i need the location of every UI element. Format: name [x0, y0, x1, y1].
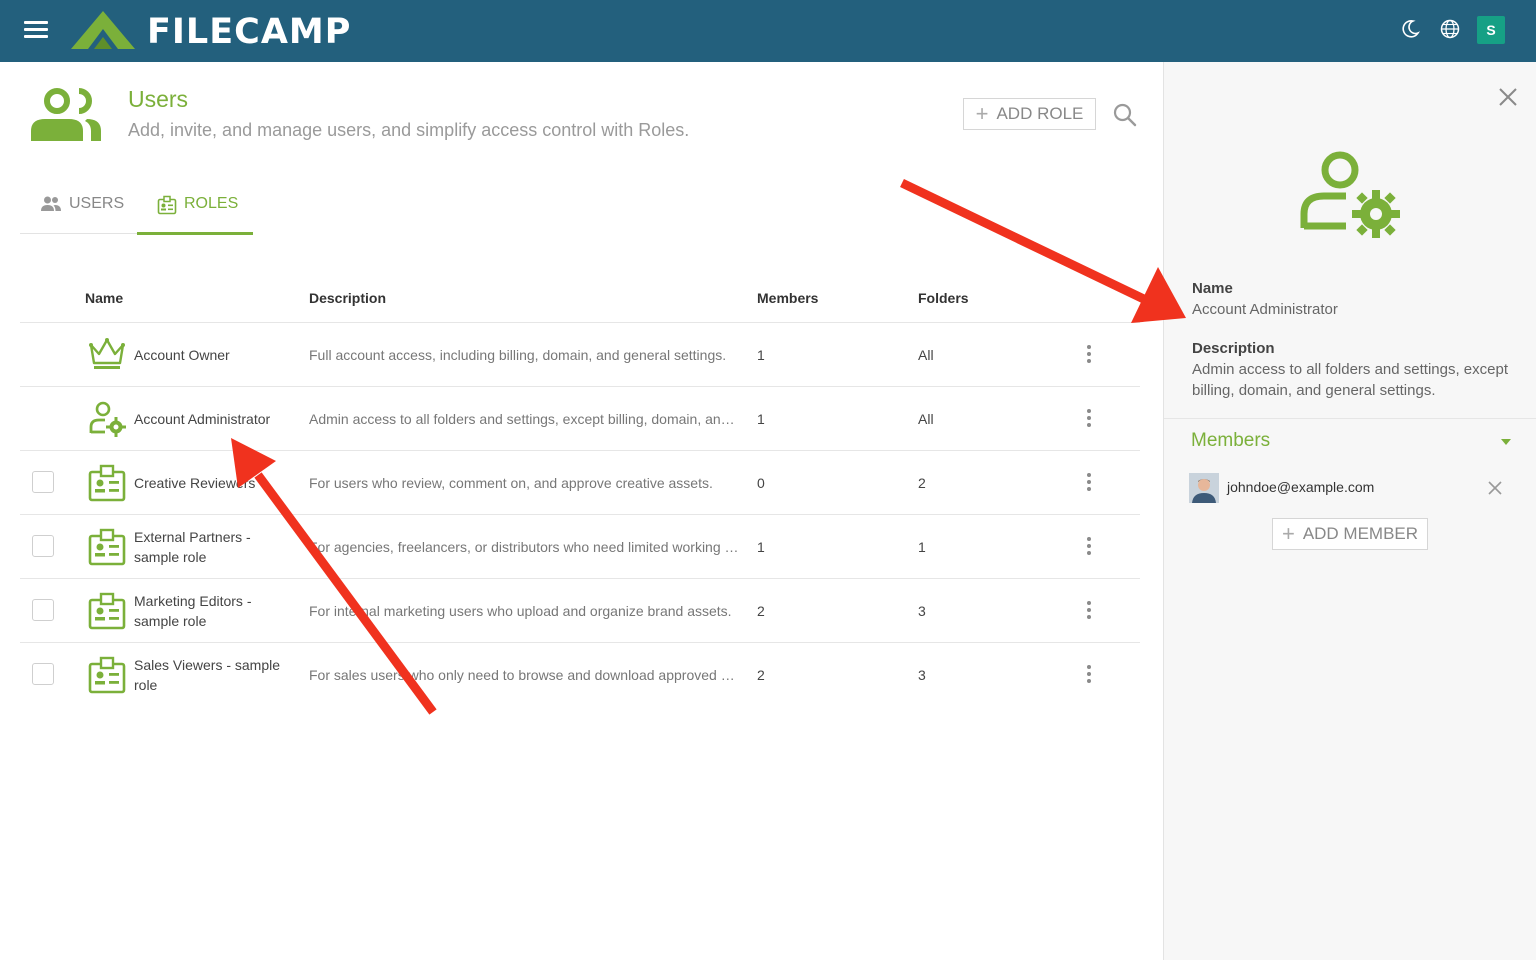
detail-name-value: Account Administrator [1192, 301, 1338, 318]
plus-icon: + [975, 101, 989, 126]
role-members-count: 2 [757, 667, 765, 683]
role-name[interactable]: Creative Reviewers [134, 475, 255, 491]
role-name[interactable]: Account Owner [134, 347, 230, 363]
column-header-folders[interactable]: Folders [918, 290, 969, 306]
role-folders-count: 3 [918, 603, 926, 619]
detail-name-label: Name [1192, 280, 1233, 297]
add-role-label: ADD ROLE [996, 104, 1084, 123]
top-bar: FILECAMP S [0, 0, 1536, 62]
role-description: For internal marketing users who upload … [309, 603, 732, 619]
role-folders-count: 1 [918, 539, 926, 555]
more-options-icon[interactable] [1082, 473, 1096, 493]
role-name-line2[interactable]: sample role [134, 549, 206, 565]
badge-icon [88, 656, 126, 694]
search-icon[interactable] [1112, 102, 1138, 128]
divider [1164, 418, 1536, 419]
column-header-members[interactable]: Members [757, 290, 818, 306]
row-checkbox[interactable] [32, 471, 54, 493]
role-folders-count: All [918, 411, 934, 427]
dark-mode-moon-icon[interactable] [1399, 18, 1421, 40]
more-options-icon[interactable] [1082, 665, 1096, 685]
role-name[interactable]: Account Administrator [134, 411, 270, 427]
detail-description-line2: billing, domain, and general settings. [1192, 382, 1436, 399]
detail-description-line1: Admin access to all folders and settings… [1192, 361, 1508, 378]
role-members-count: 1 [757, 539, 765, 555]
badge-icon [88, 464, 126, 502]
table-row[interactable]: Creative Reviewers For users who review,… [20, 450, 1140, 514]
page-title: Users [128, 86, 189, 112]
role-name-line1[interactable]: External Partners - [134, 529, 251, 545]
add-member-button[interactable]: + ADD MEMBER [1272, 518, 1428, 550]
role-description: Full account access, including billing, … [309, 347, 727, 363]
badge-icon [88, 592, 126, 630]
brand-name[interactable]: FILECAMP [147, 12, 351, 52]
row-checkbox[interactable] [32, 535, 54, 557]
plus-icon: + [1281, 521, 1295, 546]
menu-icon[interactable] [24, 20, 50, 40]
tab-users[interactable]: USERS [40, 195, 124, 233]
user-gear-icon [89, 401, 126, 437]
role-name-line1[interactable]: Marketing Editors - [134, 593, 251, 609]
more-options-icon[interactable] [1082, 601, 1096, 621]
tab-roles-label: ROLES [184, 195, 239, 212]
role-folders-count: 2 [918, 475, 926, 491]
column-header-description[interactable]: Description [309, 290, 386, 306]
language-globe-icon[interactable] [1439, 18, 1461, 40]
role-description: For agencies, freelancers, or distributo… [309, 539, 739, 555]
role-folders-count: All [918, 347, 934, 363]
role-name-line1[interactable]: Sales Viewers - sample [134, 657, 280, 673]
member-avatar [1189, 473, 1219, 503]
users-group-icon [31, 88, 101, 141]
members-section-title[interactable]: Members [1191, 430, 1270, 452]
crown-icon [89, 338, 125, 369]
role-members-count: 0 [757, 475, 765, 491]
tab-roles[interactable]: ROLES [137, 195, 253, 235]
user-gear-icon [1300, 151, 1400, 238]
badge-icon [157, 195, 177, 215]
role-name-line2[interactable]: sample role [134, 613, 206, 629]
more-options-icon[interactable] [1082, 537, 1096, 557]
table-row[interactable]: Account Owner Full account access, inclu… [20, 322, 1140, 386]
users-icon [41, 196, 61, 211]
detail-description-label: Description [1192, 340, 1275, 357]
badge-icon [88, 528, 126, 566]
close-icon[interactable] [1497, 86, 1519, 108]
more-options-icon[interactable] [1082, 345, 1096, 365]
row-checkbox[interactable] [32, 599, 54, 621]
chevron-down-icon[interactable] [1501, 439, 1511, 445]
table-row[interactable]: Account Administrator Admin access to al… [20, 386, 1140, 450]
role-details-panel: Name Account Administrator Description A… [1163, 62, 1536, 960]
user-avatar[interactable]: S [1477, 16, 1505, 44]
role-description: Admin access to all folders and settings… [309, 411, 739, 427]
more-options-icon[interactable] [1082, 409, 1096, 429]
row-checkbox[interactable] [32, 663, 54, 685]
role-members-count: 1 [757, 347, 765, 363]
role-members-count: 2 [757, 603, 765, 619]
page-subtitle: Add, invite, and manage users, and simpl… [128, 120, 690, 140]
tab-users-label: USERS [69, 195, 125, 212]
add-member-label: ADD MEMBER [1302, 524, 1419, 543]
table-row[interactable]: Sales Viewers - sample role For sales us… [20, 642, 1140, 706]
table-row[interactable]: External Partners - sample role For agen… [20, 514, 1140, 578]
member-email: johndoe@example.com [1227, 479, 1375, 495]
role-description: For users who review, comment on, and ap… [309, 475, 713, 491]
role-description: For sales users who only need to browse … [309, 667, 739, 683]
add-role-button[interactable]: + ADD ROLE [963, 98, 1096, 130]
role-members-count: 1 [757, 411, 765, 427]
role-folders-count: 3 [918, 667, 926, 683]
filecamp-logo-icon[interactable] [68, 9, 138, 51]
column-header-name[interactable]: Name [85, 290, 123, 306]
table-row[interactable]: Marketing Editors - sample role For inte… [20, 578, 1140, 642]
role-name-line2[interactable]: role [134, 677, 157, 693]
remove-member-icon[interactable] [1487, 480, 1503, 496]
